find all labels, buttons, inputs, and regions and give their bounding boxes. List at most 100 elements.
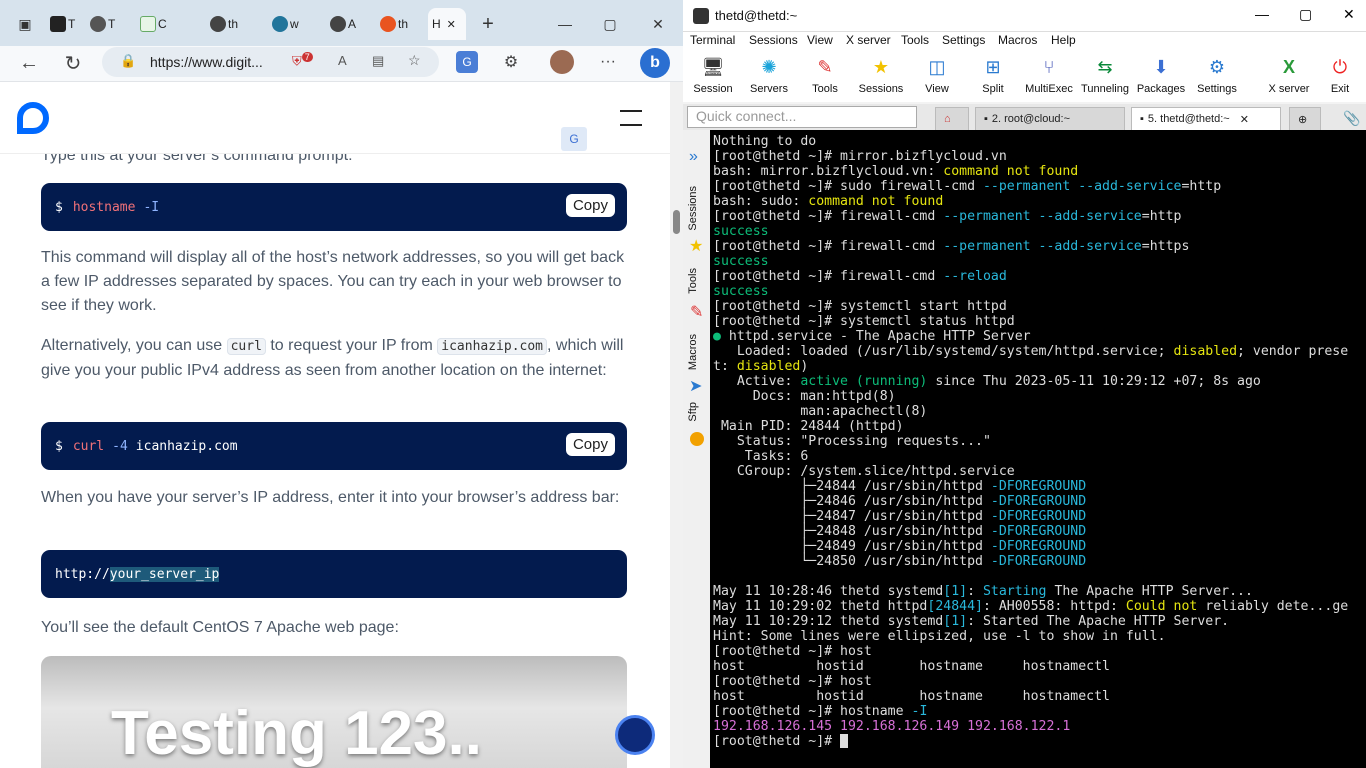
session-button[interactable]: 🖥 Session: [685, 52, 741, 100]
text: -DFOREGROUND: [990, 539, 1087, 554]
close-icon[interactable]: ✕: [447, 18, 456, 31]
menu-macros[interactable]: Macros: [998, 33, 1037, 47]
favorite-icon[interactable]: ☆: [408, 52, 421, 69]
servers-button[interactable]: ✺ Servers: [741, 52, 797, 100]
ubuntu-icon: [380, 16, 396, 32]
tools-button[interactable]: ✎ Tools: [797, 52, 853, 100]
reader-view-icon[interactable]: ▤: [372, 53, 384, 69]
sessions-button[interactable]: ★ Sessions: [853, 52, 909, 100]
terminal-line: 192.168.126.145 192.168.126.149 192.168.…: [713, 719, 1071, 734]
exit-button[interactable]: ⏻ Exit: [1317, 52, 1363, 100]
menu-terminal[interactable]: Terminal: [690, 33, 735, 47]
tab-3[interactable]: C: [140, 8, 184, 40]
terminal-line: [root@thetd ~]# firewall-cmd --reload: [713, 269, 1366, 284]
hamburger-menu-icon[interactable]: [620, 110, 642, 126]
tab-6[interactable]: A: [330, 8, 364, 40]
tab-actions-icon[interactable]: ▣: [10, 8, 40, 40]
digitalocean-logo-icon[interactable]: [17, 102, 49, 134]
quick-connect-input[interactable]: Quick connect...: [687, 106, 917, 128]
terminal-line: ● httpd.service - The Apache HTTP Server: [713, 329, 1366, 344]
multiexec-icon: ⑂: [1043, 56, 1055, 77]
menu-tools[interactable]: Tools: [901, 33, 929, 47]
menu-help[interactable]: Help: [1051, 33, 1076, 47]
new-tab-button[interactable]: ⊕: [1289, 107, 1321, 130]
tab-2[interactable]: T: [90, 8, 124, 40]
text: Alternatively, you can use: [41, 337, 223, 354]
profile-avatar[interactable]: [550, 50, 574, 74]
refresh-icon[interactable]: ↻: [60, 50, 86, 76]
code-command: hostname: [72, 199, 136, 215]
menu-view[interactable]: View: [807, 33, 833, 47]
more-icon[interactable]: ···: [596, 50, 620, 74]
sidebar-tab-sftp[interactable]: Sftp: [687, 402, 699, 422]
attach-icon[interactable]: 📎: [1343, 110, 1360, 127]
scrollbar-thumb[interactable]: [673, 210, 680, 234]
tab-4[interactable]: th: [210, 8, 246, 40]
sidebar-tab-macros[interactable]: Macros: [687, 334, 699, 370]
menu-bar: Terminal Sessions View X server Tools Se…: [683, 32, 1366, 50]
split-button[interactable]: ⊞ Split: [965, 52, 1021, 100]
extensions-icon[interactable]: ⚙: [500, 51, 522, 73]
window-close-icon[interactable]: ✕: [1343, 6, 1355, 23]
back-icon[interactable]: ←: [16, 50, 42, 76]
terminal-line: host hostid hostname hostnamectl: [713, 659, 1110, 674]
tab-root-cloud[interactable]: ▪ 2. root@cloud:~: [975, 107, 1125, 130]
text: [root@thetd ~]# firewall-cmd: [713, 269, 944, 284]
terminal-line: Loaded: loaded (/usr/lib/systemd/system/…: [713, 344, 1366, 359]
translate-widget-icon[interactable]: G: [561, 127, 587, 151]
sidebar-tab-sessions[interactable]: Sessions: [687, 186, 699, 231]
view-button[interactable]: ◫ View: [909, 52, 965, 100]
bing-icon[interactable]: b: [640, 48, 670, 78]
tab-7[interactable]: th: [380, 8, 420, 40]
lock-icon: 🔒: [120, 53, 137, 68]
read-aloud-icon[interactable]: A: [338, 53, 347, 68]
copy-button[interactable]: Copy: [565, 433, 615, 456]
address-bar[interactable]: 🔒 https://www.digit... ⛨ 7 A ▤ ☆: [102, 47, 439, 77]
copy-button[interactable]: Copy: [565, 194, 615, 217]
expand-icon[interactable]: »: [689, 148, 698, 166]
code-flag: -4: [112, 438, 128, 454]
minimize-icon[interactable]: —: [555, 8, 575, 40]
side-panel: » Sessions ★ Tools ✎ Macros ➤ Sftp: [683, 130, 711, 768]
tracking-shield-icon[interactable]: ⛨ 7: [292, 52, 313, 69]
menu-sessions[interactable]: Sessions: [749, 33, 798, 47]
browser-toolbar: ← ↻ 🔒 https://www.digit... ⛨ 7 A ▤ ☆ G ⚙ …: [0, 46, 683, 82]
maximize-icon[interactable]: ▢: [1299, 6, 1312, 23]
sidebar-tab-tools[interactable]: Tools: [687, 268, 699, 294]
terminal-line: [root@thetd ~]# systemctl start httpd: [713, 299, 1007, 314]
window-title: thetd@thetd:~: [715, 8, 798, 23]
tab-1[interactable]: T: [50, 8, 84, 40]
macros-icon: ➤: [689, 378, 703, 395]
packages-button[interactable]: ⬇ Packages: [1133, 52, 1189, 100]
close-icon[interactable]: ✕: [1240, 113, 1249, 126]
terminal-line: Active: active (running) since Thu 2023-…: [713, 374, 1366, 389]
translate-icon[interactable]: G: [456, 51, 478, 73]
tab-5[interactable]: w: [272, 8, 308, 40]
settings-button[interactable]: ⚙ Settings: [1189, 52, 1245, 100]
menu-settings[interactable]: Settings: [942, 33, 985, 47]
servers-icon: ✺: [761, 56, 777, 77]
maximize-icon[interactable]: ▢: [600, 8, 620, 40]
tools-icon: ✎: [817, 56, 833, 77]
page-scrollbar[interactable]: [670, 82, 683, 768]
tab-thetd[interactable]: ▪ 5. thetd@thetd:~ ✕: [1131, 107, 1281, 130]
new-tab-icon[interactable]: +: [476, 8, 500, 40]
multiexec-button[interactable]: ⑂ MultiExec: [1021, 52, 1077, 100]
tunneling-button[interactable]: ⇆ Tunneling: [1077, 52, 1133, 100]
text: -DFOREGROUND: [990, 494, 1087, 509]
window-close-icon[interactable]: ✕: [648, 8, 668, 40]
tab-active[interactable]: H ✕: [428, 8, 466, 40]
menu-xserver[interactable]: X server: [846, 33, 891, 47]
text: =https: [1141, 239, 1190, 254]
monitor-icon: 🖥: [701, 56, 725, 77]
home-tab[interactable]: ⌂: [935, 107, 969, 130]
xserver-button[interactable]: X X server: [1261, 52, 1317, 100]
minimize-icon[interactable]: —: [1255, 6, 1269, 22]
terminal-output[interactable]: Nothing to do [root@thetd ~]# mirror.bizf…: [710, 130, 1366, 768]
terminal-line: Docs: man:httpd(8): [713, 389, 896, 404]
text: -DFOREGROUND: [990, 524, 1087, 539]
text: Active:: [713, 374, 801, 389]
text: --permanent --add-service: [943, 239, 1142, 254]
chat-widget-icon[interactable]: [615, 715, 655, 755]
